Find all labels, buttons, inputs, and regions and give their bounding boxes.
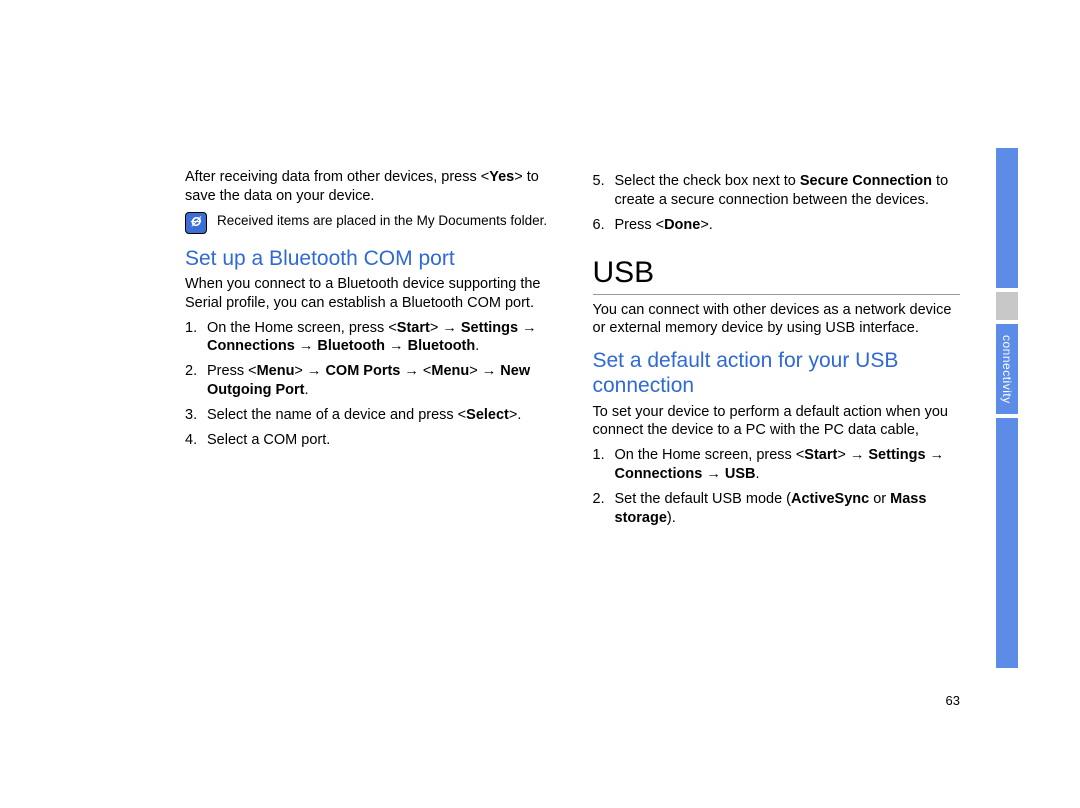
step-5: Select the check box next to Secure Conn… [593,172,961,210]
sidebar-segment [996,148,1018,288]
sidebar-segment [996,418,1018,668]
intro-yes: Yes [489,169,514,185]
manual-page: After receiving data from other devices,… [0,0,1080,808]
left-column: After receiving data from other devices,… [185,168,553,534]
section-tab-sidebar: connectivity [996,148,1018,668]
step-6: Press <Done>. [593,216,961,235]
usb-desc: You can connect with other devices as a … [593,301,961,339]
bluetooth-steps-cont: Select the check box next to Secure Conn… [593,172,961,235]
page-number: 63 [946,693,960,708]
heading-bluetooth-com: Set up a Bluetooth COM port [185,246,553,271]
usb-intro: To set your device to perform a default … [593,403,961,441]
note-text: Received items are placed in the My Docu… [217,212,547,230]
content-columns: After receiving data from other devices,… [185,168,960,534]
note-block: Ø Received items are placed in the My Do… [185,212,553,234]
usb-step-2: Set the default USB mode (ActiveSync or … [593,490,961,528]
step-2: Press <Menu> → COM Ports → <Menu> → New … [185,362,553,400]
intro-paragraph: After receiving data from other devices,… [185,168,553,206]
bluetooth-desc: When you connect to a Bluetooth device s… [185,275,553,313]
note-icon-glyph: Ø [191,214,201,231]
step-1: On the Home screen, press <Start> → Sett… [185,319,553,357]
sidebar-label: connectivity [1000,335,1014,404]
heading-usb: USB [593,253,961,295]
intro-pre: After receiving data from other devices,… [185,169,489,185]
step-3: Select the name of a device and press <S… [185,406,553,425]
sidebar-active-tab: connectivity [996,324,1018,414]
usb-steps: On the Home screen, press <Start> → Sett… [593,446,961,527]
bluetooth-steps: On the Home screen, press <Start> → Sett… [185,319,553,450]
note-icon: Ø [185,212,207,234]
step-4: Select a COM port. [185,431,553,450]
heading-usb-default: Set a default action for your USB connec… [593,348,961,398]
sidebar-segment-gray [996,292,1018,320]
usb-step-1: On the Home screen, press <Start> → Sett… [593,446,961,484]
right-column: Select the check box next to Secure Conn… [593,168,961,534]
